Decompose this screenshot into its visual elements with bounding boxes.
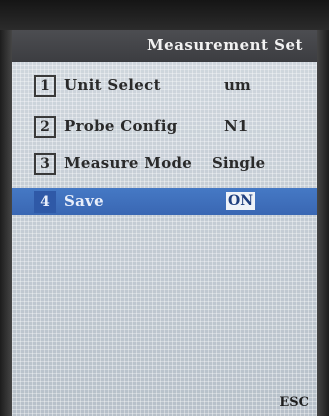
menu-item-value: Single: [212, 154, 266, 172]
title-bar: Measurement Set: [12, 30, 317, 62]
menu-item-number: 2: [34, 116, 56, 138]
menu-item-label: Unit Select: [64, 76, 161, 94]
lcd-screen: Measurement Set 1 Unit Select um 2 Probe…: [12, 30, 317, 416]
esc-button-label[interactable]: ESC: [279, 395, 309, 410]
menu-item-save-selected[interactable]: 4 Save ON: [12, 188, 317, 215]
save-toggle-value[interactable]: ON: [226, 192, 255, 210]
menu-item-measure-mode[interactable]: 3 Measure Mode Single: [12, 151, 317, 179]
menu-item-number: 3: [34, 153, 56, 175]
menu-item-label: Measure Mode: [64, 154, 193, 172]
screen-title: Measurement Set: [147, 36, 303, 54]
menu-item-label: Probe Config: [64, 117, 178, 135]
menu-item-number: 4: [34, 191, 56, 213]
menu-item-value: N1: [224, 117, 249, 135]
menu-item-probe-config[interactable]: 2 Probe Config N1: [12, 114, 317, 142]
device-bezel-left: [0, 30, 12, 416]
menu-item-label: Save: [64, 192, 105, 210]
menu-item-unit-select[interactable]: 1 Unit Select um: [12, 73, 317, 101]
device-bezel-top: [0, 0, 329, 30]
device-bezel-right: [317, 30, 329, 416]
menu-item-number: 1: [34, 75, 56, 97]
menu-item-value: um: [224, 76, 251, 94]
